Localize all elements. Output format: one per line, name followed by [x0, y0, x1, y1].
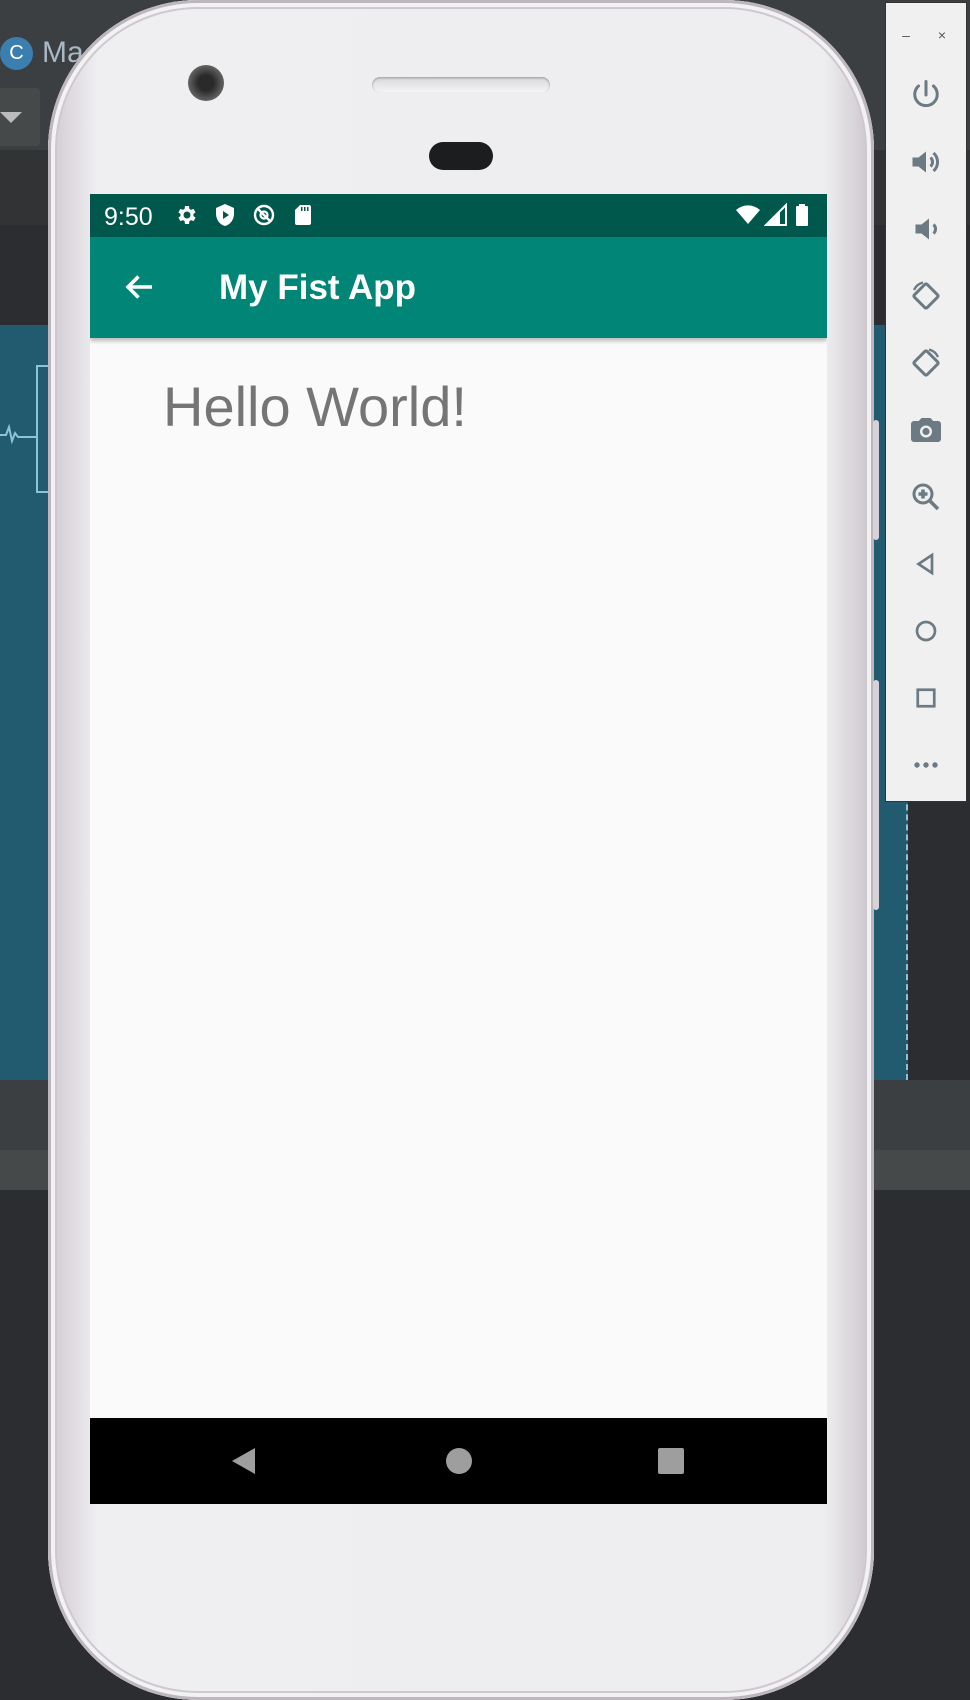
zoom-icon[interactable]	[908, 479, 944, 515]
chevron-down-icon	[0, 112, 22, 123]
back-icon[interactable]	[908, 546, 944, 582]
front-camera	[188, 65, 224, 101]
rotate-right-icon[interactable]	[908, 345, 944, 381]
status-time: 9:50	[104, 203, 153, 231]
back-arrow-icon[interactable]	[122, 269, 158, 305]
recents-square-icon[interactable]	[656, 1446, 686, 1476]
more-icon[interactable]	[908, 747, 944, 783]
emulator-toolbar: – ×	[885, 2, 967, 802]
wifi-icon	[736, 205, 760, 224]
ide-logo[interactable]: C	[0, 37, 33, 70]
sd-card-icon	[295, 205, 311, 225]
waveform-icon	[0, 423, 36, 445]
overview-icon[interactable]	[908, 680, 944, 716]
shield-play-icon	[216, 204, 234, 226]
settings-icon	[178, 206, 196, 224]
back-triangle-icon[interactable]	[229, 1446, 259, 1476]
home-icon[interactable]	[908, 613, 944, 649]
volume-down-icon[interactable]	[908, 211, 944, 247]
power-icon[interactable]	[908, 77, 944, 113]
hello-text: Hello World!	[163, 375, 467, 438]
app-title: My Fist App	[219, 268, 417, 307]
no-data-icon	[253, 204, 275, 226]
minimize-icon[interactable]: –	[896, 25, 916, 45]
earpiece-speaker	[372, 77, 550, 93]
battery-icon	[796, 204, 808, 226]
navigation-bar	[90, 1418, 827, 1504]
proximity-sensor	[429, 142, 493, 170]
device-screen: 9:50 My Fist App Hello World!	[90, 194, 827, 1504]
ide-dropdown[interactable]	[0, 88, 40, 146]
side-button-upper	[873, 420, 879, 540]
home-circle-icon[interactable]	[444, 1446, 474, 1476]
rotate-left-icon[interactable]	[908, 278, 944, 314]
side-button-lower	[873, 680, 879, 910]
camera-icon[interactable]	[908, 412, 944, 448]
signal-icon	[764, 203, 787, 226]
app-bar: My Fist App	[90, 237, 827, 338]
close-icon[interactable]: ×	[932, 25, 952, 45]
volume-up-icon[interactable]	[908, 144, 944, 180]
status-bar: 9:50	[90, 194, 827, 237]
